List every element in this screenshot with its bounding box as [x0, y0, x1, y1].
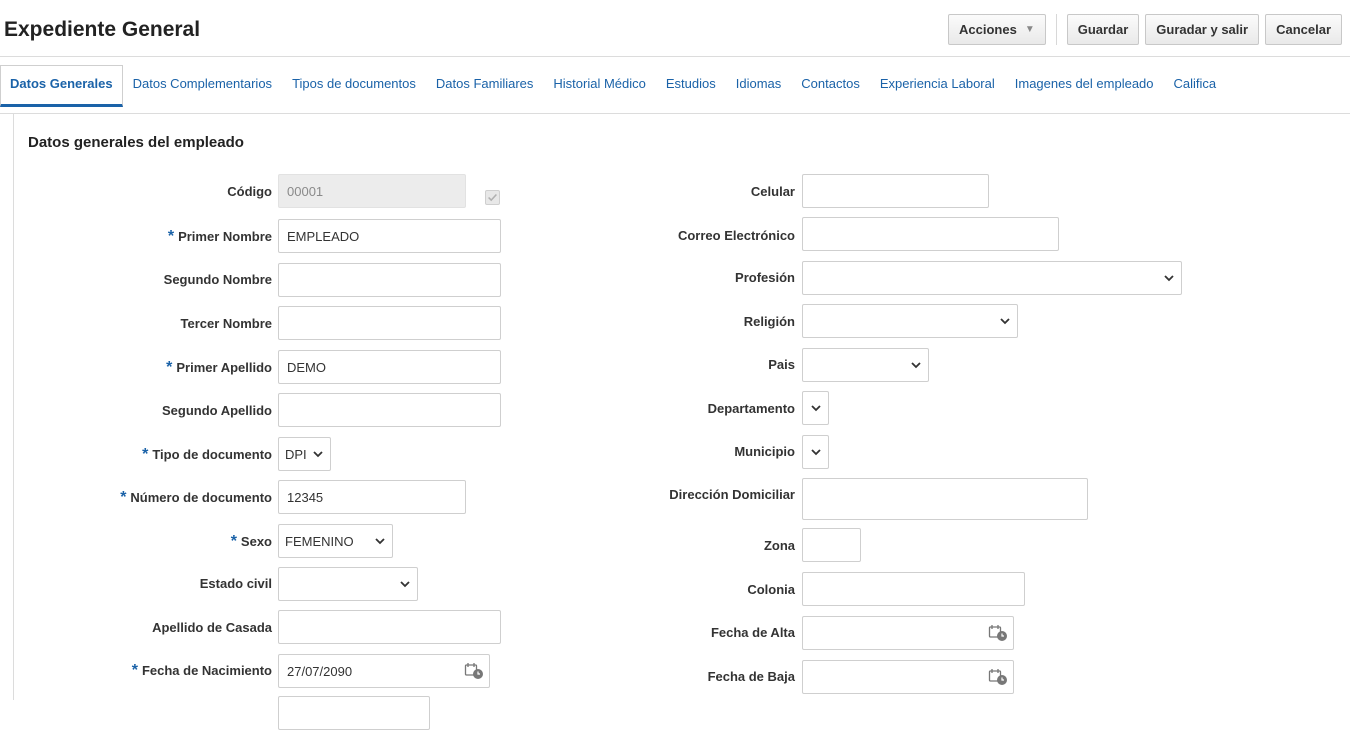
- segundo-nombre-field[interactable]: [278, 263, 501, 297]
- fecha-nacimiento-label: * Fecha de Nacimiento: [131, 662, 272, 679]
- cancelar-button[interactable]: Cancelar: [1265, 14, 1342, 45]
- codigo-field: [278, 174, 466, 208]
- fecha-alta-label: Fecha de Alta: [710, 625, 795, 640]
- tipo-documento-value: DPI: [285, 446, 307, 462]
- departamento-label: Departamento: [707, 401, 795, 416]
- departamento-select[interactable]: [802, 391, 829, 425]
- estado-civil-select[interactable]: [278, 567, 418, 601]
- calendar-icon[interactable]: [988, 668, 1008, 686]
- apellido-casada-field[interactable]: [278, 610, 501, 644]
- codigo-label: Código: [227, 184, 272, 199]
- page-title: Expediente General: [4, 18, 201, 41]
- chevron-down-icon: [811, 405, 821, 412]
- fecha-baja-wrapper: [802, 660, 1014, 694]
- celular-field[interactable]: [802, 174, 989, 208]
- calendar-icon[interactable]: [464, 662, 484, 680]
- numero-documento-field[interactable]: [278, 480, 466, 514]
- sexo-select[interactable]: FEMENINO: [278, 524, 393, 558]
- municipio-label: Municipio: [734, 444, 795, 459]
- primer-apellido-label: * Primer Apellido: [166, 359, 272, 376]
- tab-imagenes-empleado[interactable]: Imagenes del empleado: [1005, 65, 1164, 107]
- primer-nombre-label: * Primer Nombre: [167, 228, 272, 245]
- numero-documento-label: * Número de documento: [120, 489, 272, 506]
- chevron-down-icon: [1164, 275, 1174, 282]
- colonia-field[interactable]: [802, 572, 1025, 606]
- municipio-select[interactable]: [802, 435, 829, 469]
- direccion-label: Dirección Domiciliar: [669, 487, 795, 502]
- sexo-label: * Sexo: [230, 533, 272, 550]
- primer-nombre-field[interactable]: [278, 219, 501, 253]
- next-field[interactable]: [278, 696, 430, 730]
- tab-contactos[interactable]: Contactos: [791, 65, 870, 107]
- fecha-baja-label: Fecha de Baja: [707, 669, 795, 684]
- chevron-down-icon: [811, 449, 821, 456]
- guardar-button[interactable]: Guardar: [1066, 14, 1140, 45]
- fecha-alta-wrapper: [802, 616, 1014, 650]
- checkmark-icon: [488, 193, 497, 202]
- required-icon: *: [131, 662, 138, 679]
- tab-estudios[interactable]: Estudios: [656, 65, 726, 107]
- estado-civil-label: Estado civil: [199, 576, 272, 591]
- correo-field[interactable]: [802, 217, 1059, 251]
- acciones-label: Acciones: [959, 22, 1017, 37]
- fecha-alta-field[interactable]: [802, 616, 1014, 650]
- chevron-down-icon: [911, 362, 921, 369]
- segundo-nombre-label: Segundo Nombre: [163, 272, 272, 287]
- required-icon: *: [166, 359, 173, 376]
- sexo-value: FEMENINO: [285, 533, 354, 549]
- tab-experiencia-laboral[interactable]: Experiencia Laboral: [870, 65, 1005, 107]
- required-icon: *: [142, 446, 149, 463]
- fecha-nacimiento-wrapper: [278, 654, 490, 688]
- chevron-down-icon: [1000, 318, 1010, 325]
- religion-select[interactable]: [802, 304, 1018, 338]
- segundo-apellido-field[interactable]: [278, 393, 501, 427]
- toolbar: Acciones ▼ Guardar Guradar y salir Cance…: [942, 14, 1342, 45]
- zona-label: Zona: [763, 538, 795, 553]
- section-title: Datos generales del empleado: [28, 134, 244, 151]
- tab-datos-generales[interactable]: Datos Generales: [0, 65, 123, 107]
- calendar-icon[interactable]: [988, 624, 1008, 642]
- codigo-checkbox[interactable]: [485, 190, 500, 205]
- toolbar-divider: [1055, 14, 1057, 45]
- religion-label: Religión: [743, 314, 795, 329]
- tab-tipos-documentos[interactable]: Tipos de documentos: [282, 65, 426, 107]
- caret-down-icon: ▼: [1024, 24, 1035, 35]
- tab-historial-medico[interactable]: Historial Médico: [543, 65, 655, 107]
- fecha-baja-field[interactable]: [802, 660, 1014, 694]
- correo-label: Correo Electrónico: [677, 228, 795, 243]
- required-icon: *: [230, 533, 237, 550]
- segundo-apellido-label: Segundo Apellido: [161, 403, 272, 418]
- fecha-nacimiento-field[interactable]: [278, 654, 490, 688]
- direccion-field[interactable]: [802, 478, 1088, 520]
- profesion-select[interactable]: [802, 261, 1182, 295]
- tercer-nombre-field[interactable]: [278, 306, 501, 340]
- tipo-documento-label: * Tipo de documento: [142, 446, 272, 463]
- colonia-label: Colonia: [747, 582, 795, 597]
- chevron-down-icon: [375, 538, 385, 545]
- required-icon: *: [120, 489, 127, 506]
- tab-datos-complementarios[interactable]: Datos Complementarios: [123, 65, 282, 107]
- acciones-button[interactable]: Acciones ▼: [948, 14, 1046, 45]
- apellido-casada-label: Apellido de Casada: [152, 620, 272, 635]
- guardar-salir-button[interactable]: Guradar y salir: [1145, 14, 1260, 45]
- pais-select[interactable]: [802, 348, 929, 382]
- tercer-nombre-label: Tercer Nombre: [180, 316, 272, 331]
- tab-bar: Datos Generales Datos Complementarios Ti…: [0, 56, 1350, 114]
- chevron-down-icon: [313, 451, 323, 458]
- tab-calificaciones[interactable]: Califica: [1164, 65, 1227, 107]
- zona-field[interactable]: [802, 528, 861, 562]
- profesion-label: Profesión: [735, 270, 795, 285]
- tab-datos-familiares[interactable]: Datos Familiares: [426, 65, 544, 107]
- chevron-down-icon: [400, 581, 410, 588]
- pais-label: Pais: [768, 357, 795, 372]
- tipo-documento-select[interactable]: DPI: [278, 437, 331, 471]
- celular-label: Celular: [750, 184, 795, 199]
- form-panel: Datos generales del empleado Código *Pri…: [13, 114, 1350, 730]
- primer-apellido-field[interactable]: [278, 350, 501, 384]
- tab-idiomas[interactable]: Idiomas: [726, 65, 792, 107]
- required-icon: *: [167, 228, 175, 245]
